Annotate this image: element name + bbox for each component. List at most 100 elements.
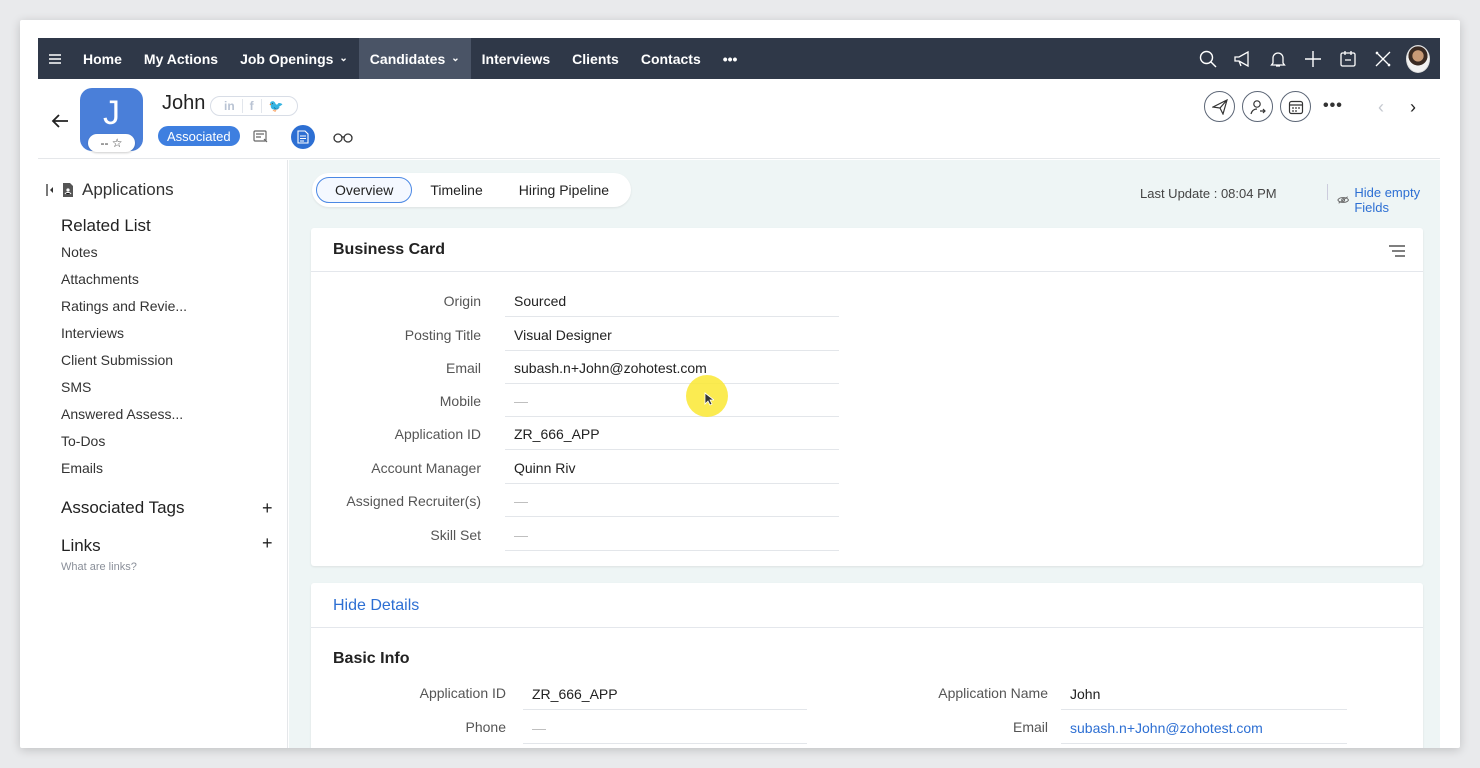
field-value[interactable]: subash.n+John@zohotest.com: [1061, 711, 1347, 744]
field-value[interactable]: —: [505, 384, 839, 417]
linkedin-icon[interactable]: in: [217, 99, 243, 113]
field-label: Application ID: [394, 426, 481, 442]
sidebar-title-label: Applications: [82, 180, 174, 199]
tools-icon[interactable]: [1371, 47, 1395, 71]
nav-interviews[interactable]: Interviews: [471, 38, 561, 79]
sidebar-item-todos[interactable]: To-Dos: [61, 433, 105, 449]
twitter-icon[interactable]: 🐦: [262, 99, 291, 113]
nav-more-button[interactable]: •••: [712, 38, 749, 79]
record-tabs: Overview Timeline Hiring Pipeline: [312, 173, 632, 207]
chevron-down-icon: ⌄: [451, 53, 460, 64]
field-email: Email subash.n+John@zohotest.com: [311, 351, 841, 384]
field-value[interactable]: Quinn Riv: [505, 451, 839, 484]
sidebar-item-answered-assessments[interactable]: Answered Assess...: [61, 406, 183, 422]
field-value[interactable]: —: [505, 484, 839, 517]
nav-home[interactable]: Home: [72, 38, 133, 79]
field-mobile: Mobile —: [311, 384, 841, 417]
links-heading: Links: [61, 536, 101, 555]
assign-user-button[interactable]: [1242, 91, 1273, 122]
field-label: Email: [445, 360, 481, 376]
sidebar-item-sms[interactable]: SMS: [61, 379, 91, 395]
add-link-button[interactable]: +: [262, 533, 273, 554]
social-links: in f 🐦: [210, 96, 298, 116]
field-application-id-detail: Application ID ZR_666_APP: [311, 677, 811, 710]
user-avatar[interactable]: [1406, 44, 1430, 73]
candidate-name: John: [162, 92, 206, 114]
field-application-name-detail: Application Name John: [871, 677, 1351, 710]
card-edit-icon[interactable]: [250, 126, 272, 148]
eye-slash-icon: [1337, 196, 1350, 204]
field-label: Email: [1012, 719, 1048, 735]
record-header: J -- ☆ John in f 🐦 Associated ••• ‹ ›: [38, 79, 1440, 159]
field-posting-title: Posting Title Visual Designer: [311, 318, 841, 351]
field-value[interactable]: Visual Designer: [505, 318, 839, 351]
document-icon[interactable]: [291, 125, 315, 149]
nav-my-actions[interactable]: My Actions: [133, 38, 229, 79]
top-nav-tools: [1196, 38, 1430, 79]
nav-contacts[interactable]: Contacts: [630, 38, 712, 79]
field-value[interactable]: John: [1061, 677, 1347, 710]
tab-hiring-pipeline[interactable]: Hiring Pipeline: [501, 177, 627, 203]
rating-pill[interactable]: -- ☆: [88, 134, 135, 152]
sidebar-item-client-submission[interactable]: Client Submission: [61, 352, 173, 368]
nav-clients-label: Clients: [572, 50, 619, 67]
field-label: Account Manager: [371, 460, 481, 476]
more-options-button[interactable]: •••: [1323, 97, 1343, 115]
field-value[interactable]: —: [523, 711, 807, 744]
field-value[interactable]: ZR_666_APP: [523, 677, 807, 710]
add-tag-button[interactable]: +: [262, 498, 273, 519]
bell-icon[interactable]: [1266, 47, 1290, 71]
collapse-sidebar-icon[interactable]: [46, 184, 54, 196]
sidebar-item-emails[interactable]: Emails: [61, 460, 103, 476]
field-value[interactable]: subash.n+John@zohotest.com: [505, 351, 839, 384]
facebook-icon[interactable]: f: [243, 99, 262, 113]
field-origin: Origin Sourced: [311, 284, 841, 317]
field-value[interactable]: —: [505, 518, 839, 551]
field-label: Assigned Recruiter(s): [346, 493, 481, 509]
nav-job-openings-label: Job Openings: [240, 50, 334, 67]
binoculars-icon[interactable]: [332, 126, 354, 148]
details-card: Hide Details Basic Info Application ID Z…: [311, 583, 1423, 748]
field-label: Skill Set: [430, 527, 481, 543]
field-label: Application Name: [938, 685, 1048, 701]
divider: [311, 627, 1423, 628]
tab-timeline[interactable]: Timeline: [412, 177, 500, 203]
nav-clients[interactable]: Clients: [561, 38, 630, 79]
previous-record-button[interactable]: ‹: [1378, 97, 1384, 118]
field-value[interactable]: ZR_666_APP: [505, 417, 839, 450]
tab-overview[interactable]: Overview: [316, 177, 413, 203]
card-settings-icon[interactable]: [1389, 244, 1405, 262]
megaphone-icon[interactable]: [1231, 47, 1255, 71]
field-application-id: Application ID ZR_666_APP: [311, 417, 841, 450]
nav-contacts-label: Contacts: [640, 50, 701, 67]
send-mail-button[interactable]: [1204, 91, 1235, 122]
field-label: Phone: [465, 719, 506, 735]
hide-details-link[interactable]: Hide Details: [333, 597, 419, 615]
plus-icon[interactable]: [1301, 47, 1325, 71]
calendar-grid-icon: [1288, 100, 1303, 114]
sidebar-item-ratings[interactable]: Ratings and Revie...: [61, 298, 187, 314]
links-help-link[interactable]: What are links?: [61, 561, 137, 573]
search-icon[interactable]: [1196, 47, 1220, 71]
nav-candidates[interactable]: Candidates ⌄: [358, 38, 471, 79]
next-record-button[interactable]: ›: [1410, 97, 1416, 118]
basic-info-heading: Basic Info: [333, 650, 410, 667]
sidebar-item-attachments[interactable]: Attachments: [61, 271, 139, 287]
rating-text: -- ☆: [100, 136, 123, 150]
field-value[interactable]: Sourced: [505, 284, 839, 317]
nav-job-openings[interactable]: Job Openings ⌄: [229, 38, 359, 79]
status-badge[interactable]: Associated: [158, 126, 240, 146]
back-arrow-icon[interactable]: [50, 111, 72, 133]
business-card-title: Business Card: [311, 228, 1423, 272]
hamburger-menu-icon[interactable]: [38, 53, 72, 64]
sidebar-item-interviews[interactable]: Interviews: [61, 325, 124, 341]
hide-empty-fields-link[interactable]: Hide empty Fields: [1337, 185, 1440, 215]
divider: [1327, 184, 1328, 200]
schedule-button[interactable]: [1280, 91, 1311, 122]
sidebar-item-notes[interactable]: Notes: [61, 244, 98, 260]
screenshot-frame: Home My Actions Job Openings ⌄ Candidates…: [20, 20, 1460, 748]
field-label: Posting Title: [404, 327, 481, 343]
calendar-icon[interactable]: [1336, 47, 1360, 71]
avatar: [1406, 44, 1430, 73]
main-content: Overview Timeline Hiring Pipeline Last U…: [289, 160, 1440, 748]
